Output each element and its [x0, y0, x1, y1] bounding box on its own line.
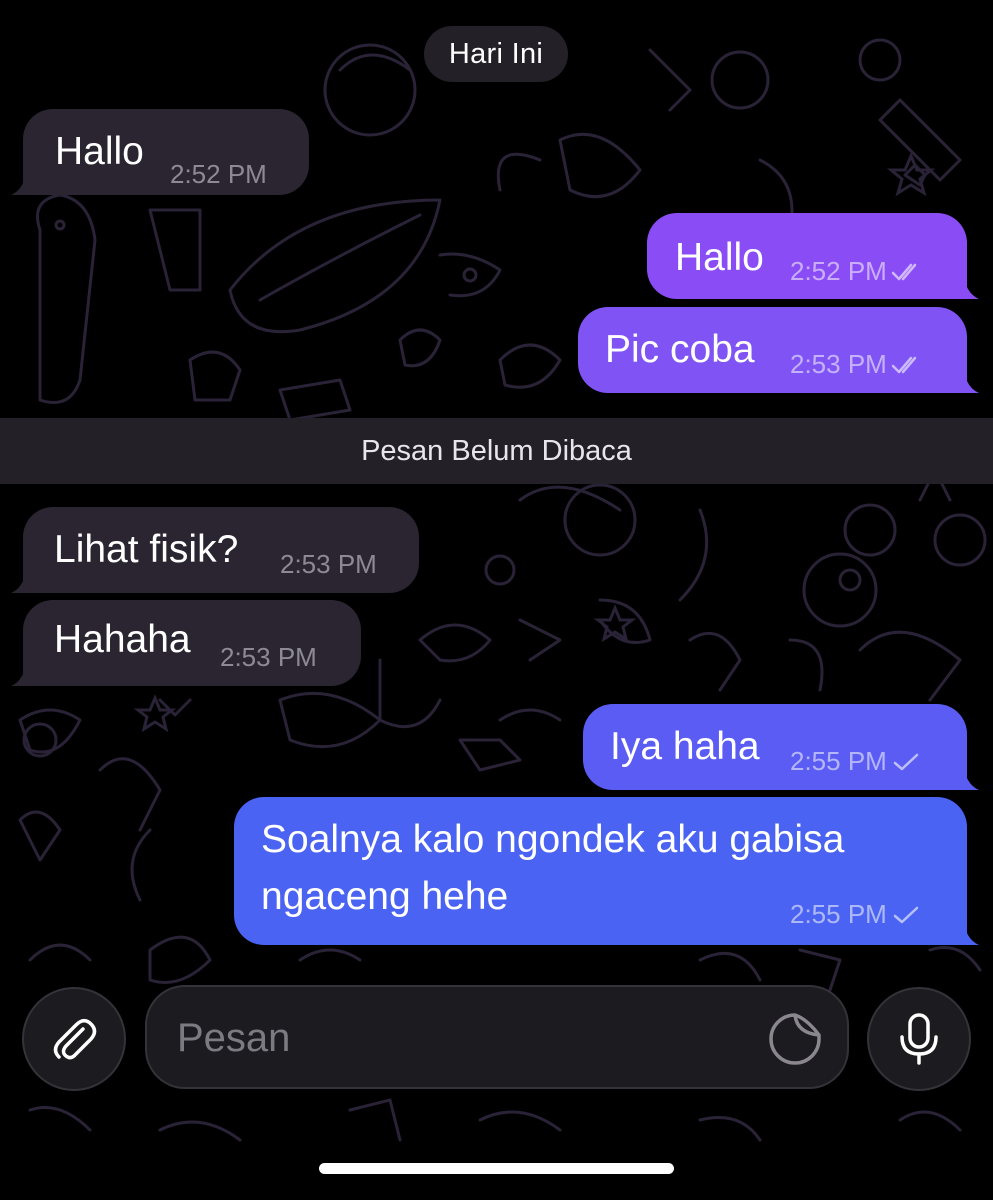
unread-label: Pesan Belum Dibaca	[361, 434, 632, 467]
bubble-tail	[951, 762, 979, 790]
message-text: Hahaha	[54, 618, 191, 661]
date-label: Hari Ini	[448, 37, 544, 70]
message-text: Pic coba	[605, 328, 755, 371]
message-text: Lihat fisik?	[54, 528, 239, 571]
double-check-icon	[891, 263, 917, 280]
bubble-tail	[951, 271, 979, 299]
message-text-line: ngaceng hehe	[261, 875, 509, 918]
bubble-tail	[11, 167, 39, 195]
sticker-icon[interactable]	[767, 1011, 823, 1067]
message-time: 2:55 PM	[790, 899, 921, 930]
message-text: Hallo	[675, 236, 764, 279]
check-icon	[893, 906, 919, 923]
check-icon	[893, 753, 919, 770]
message-bubble-incoming[interactable]: Lihat fisik? 2:53 PM	[11, 507, 419, 593]
message-time: 2:52 PM	[170, 159, 267, 189]
unread-messages-divider: Pesan Belum Dibaca	[0, 418, 993, 484]
message-bubble-outgoing[interactable]: Hallo 2:52 PM	[647, 213, 979, 299]
message-time: 2:53 PM	[280, 549, 377, 579]
home-indicator[interactable]	[319, 1163, 674, 1174]
message-input[interactable]	[175, 987, 759, 1089]
message-bubble-outgoing[interactable]: Soalnya kalo ngondek aku gabisa ngaceng …	[234, 797, 979, 945]
message-text: Iya haha	[610, 725, 760, 768]
double-check-icon	[891, 356, 917, 373]
attach-button[interactable]	[22, 987, 126, 1091]
message-text: Hallo	[55, 130, 144, 173]
message-input-field[interactable]	[145, 985, 849, 1089]
message-time: 2:55 PM	[790, 746, 921, 777]
bubble-tail	[11, 565, 39, 593]
message-time: 2:53 PM	[790, 349, 927, 380]
message-bubble-incoming[interactable]: Hahaha 2:53 PM	[11, 600, 361, 686]
message-time: 2:53 PM	[220, 642, 317, 672]
message-text-line: Soalnya kalo ngondek aku gabisa	[261, 818, 845, 861]
bubble-tail	[951, 917, 979, 945]
message-bubble-incoming[interactable]: Hallo 2:52 PM	[11, 109, 309, 195]
paperclip-icon	[53, 1019, 97, 1060]
message-time: 2:52 PM	[790, 256, 927, 287]
bubble-tail	[11, 658, 39, 686]
date-separator: Hari Ini	[424, 26, 568, 82]
bubble-tail	[951, 365, 979, 393]
message-bubble-outgoing[interactable]: Iya haha 2:55 PM	[583, 704, 979, 790]
microphone-icon	[900, 1013, 938, 1065]
message-bubble-outgoing[interactable]: Pic coba 2:53 PM	[578, 307, 979, 393]
microphone-button[interactable]	[867, 987, 971, 1091]
